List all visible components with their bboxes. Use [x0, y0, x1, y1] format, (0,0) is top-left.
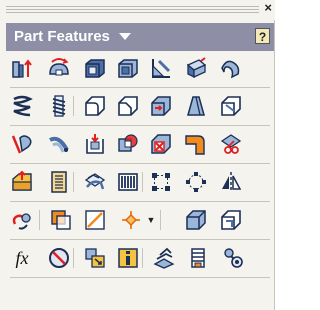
rectangular-pattern-icon[interactable] [149, 170, 173, 194]
row-divider [10, 201, 270, 202]
close-icon[interactable]: × [264, 1, 272, 15]
tool-row [6, 129, 274, 159]
group-divider [73, 96, 74, 116]
stop-icon[interactable] [47, 246, 71, 270]
hole-icon[interactable] [149, 94, 173, 118]
decal-icon[interactable] [83, 132, 107, 156]
group-divider [73, 172, 74, 192]
delete-face-icon[interactable] [149, 132, 173, 156]
grill-icon[interactable] [116, 170, 140, 194]
move-face-icon[interactable] [10, 208, 34, 232]
group-divider [160, 210, 161, 230]
feature-grid: ▼ fx [6, 51, 274, 310]
replace-face-icon[interactable] [83, 170, 107, 194]
row-divider [10, 87, 270, 88]
row-divider [10, 163, 270, 164]
tool-row [6, 91, 274, 121]
derived-assembly-icon[interactable] [83, 246, 107, 270]
row-divider [10, 277, 270, 278]
work-point-icon[interactable] [119, 208, 143, 232]
rib-icon[interactable] [149, 56, 173, 80]
boss-icon[interactable] [221, 246, 245, 270]
tool-row [6, 53, 274, 83]
part-features-panel: × Part Features ? ▼ fx [0, 0, 275, 310]
fillet-icon[interactable] [83, 94, 107, 118]
work-point-dropdown-icon[interactable]: ▼ [146, 213, 156, 227]
emboss-icon[interactable] [47, 132, 71, 156]
combine-icon[interactable] [116, 132, 140, 156]
coil-icon[interactable] [10, 94, 34, 118]
box-icon[interactable] [184, 208, 208, 232]
tool-row: fx [6, 243, 274, 273]
shell-icon[interactable] [83, 56, 107, 80]
work-axis-icon[interactable] [83, 208, 107, 232]
row-divider [10, 125, 270, 126]
derived-part-icon[interactable] [10, 170, 34, 194]
grip-line [6, 6, 259, 7]
chamfer-icon[interactable] [116, 94, 140, 118]
draft-icon[interactable] [184, 94, 208, 118]
row-divider [10, 239, 270, 240]
face-draft-icon[interactable] [10, 132, 34, 156]
parameters-icon[interactable]: fx [10, 246, 34, 270]
work-plane-icon[interactable] [49, 208, 73, 232]
panel-title: Part Features [14, 28, 110, 45]
group-divider [39, 210, 40, 230]
thicken-icon[interactable] [116, 56, 140, 80]
chevron-down-icon[interactable] [119, 32, 132, 40]
solid-body-icon[interactable] [219, 208, 243, 232]
tool-row [6, 167, 274, 197]
split-icon[interactable] [219, 94, 243, 118]
table-icon[interactable] [47, 170, 71, 194]
ifeature-icon[interactable] [116, 246, 140, 270]
tool-row: ▼ [6, 205, 274, 235]
panel-header[interactable]: Part Features ? [6, 23, 274, 51]
loft-icon[interactable] [184, 56, 208, 80]
thread-icon[interactable] [47, 94, 71, 118]
panel-grip[interactable]: × [0, 0, 275, 20]
grip-line [6, 9, 259, 10]
revolve-icon[interactable] [47, 56, 71, 80]
bend-part-icon[interactable] [184, 132, 208, 156]
circular-pattern-icon[interactable] [184, 170, 208, 194]
snap-fit-icon[interactable] [186, 246, 210, 270]
group-divider [142, 248, 143, 268]
help-button[interactable]: ? [255, 28, 270, 44]
grip-line [6, 12, 259, 13]
extrude-icon[interactable] [10, 56, 34, 80]
sweep-icon[interactable] [219, 56, 243, 80]
mirror-icon[interactable] [219, 170, 243, 194]
copy-object-icon[interactable] [219, 132, 243, 156]
group-divider [142, 172, 143, 192]
group-divider [73, 248, 74, 268]
promote-icon[interactable] [152, 246, 176, 270]
fx-label: fx [15, 248, 29, 268]
